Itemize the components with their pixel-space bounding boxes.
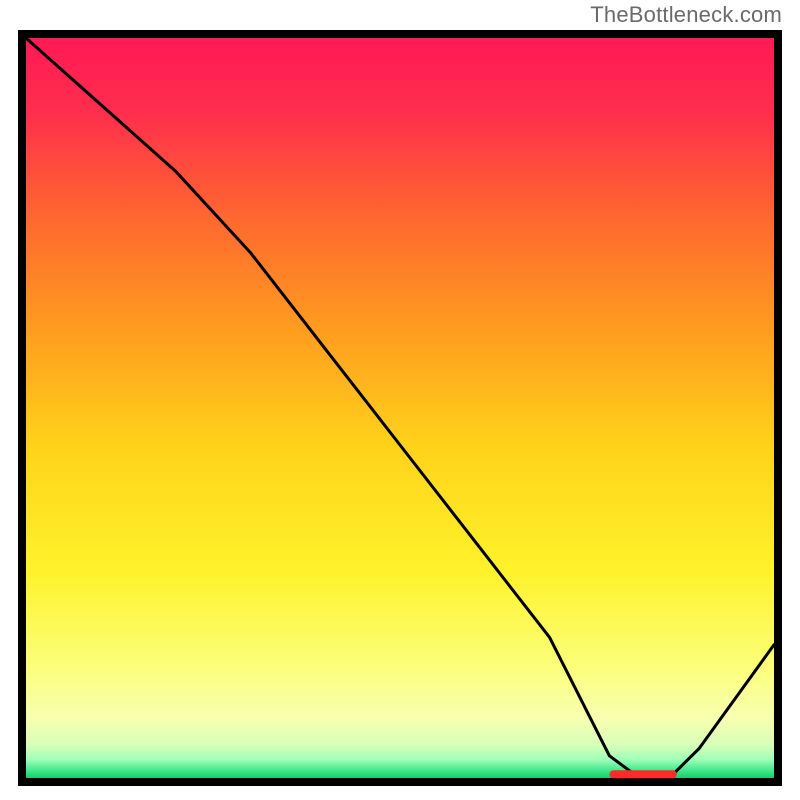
chart-container: TheBottleneck.com	[0, 0, 800, 800]
chart-svg	[0, 0, 800, 800]
gradient-background	[26, 38, 774, 778]
optimum-marker	[609, 770, 676, 778]
